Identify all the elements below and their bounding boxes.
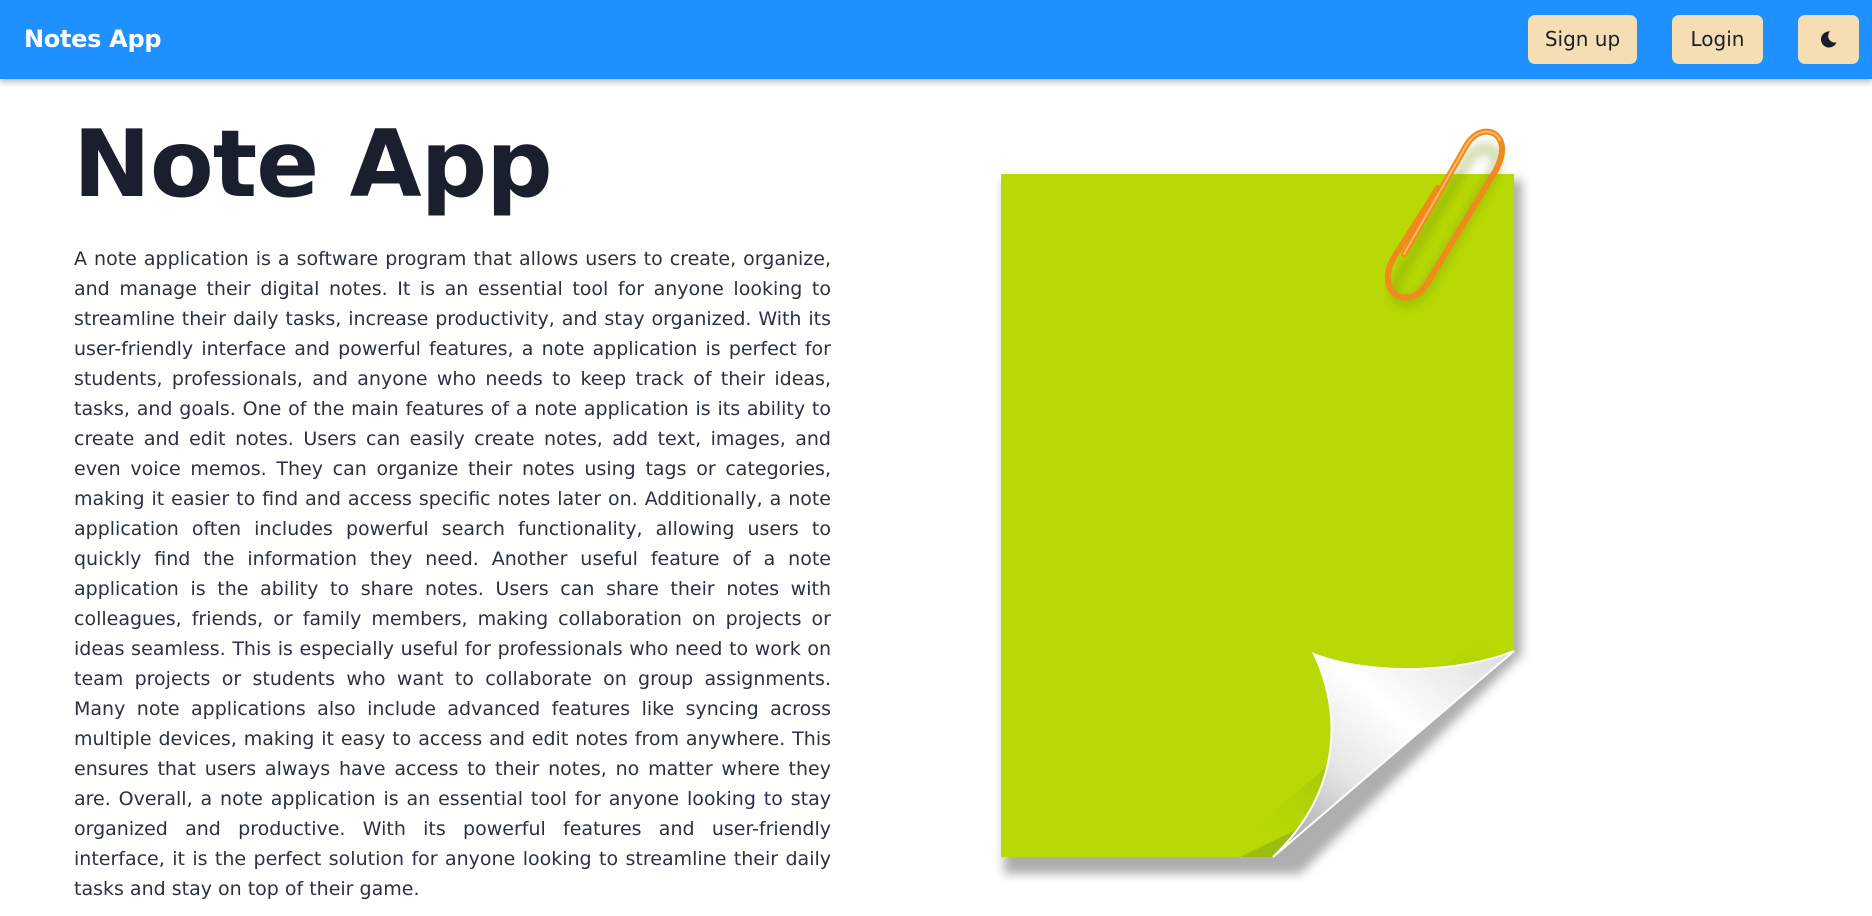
top-navbar: Notes App Sign up Login (0, 0, 1872, 79)
sticky-note-illustration (1001, 128, 1522, 874)
theme-toggle-button[interactable] (1798, 15, 1859, 64)
app-description: A note application is a software program… (74, 248, 831, 900)
brand-logo[interactable]: Notes App (24, 0, 162, 79)
moon-icon (1820, 31, 1837, 48)
signup-button[interactable]: Sign up (1528, 15, 1637, 64)
page-title: Note App (73, 110, 553, 218)
login-button[interactable]: Login (1672, 15, 1763, 64)
